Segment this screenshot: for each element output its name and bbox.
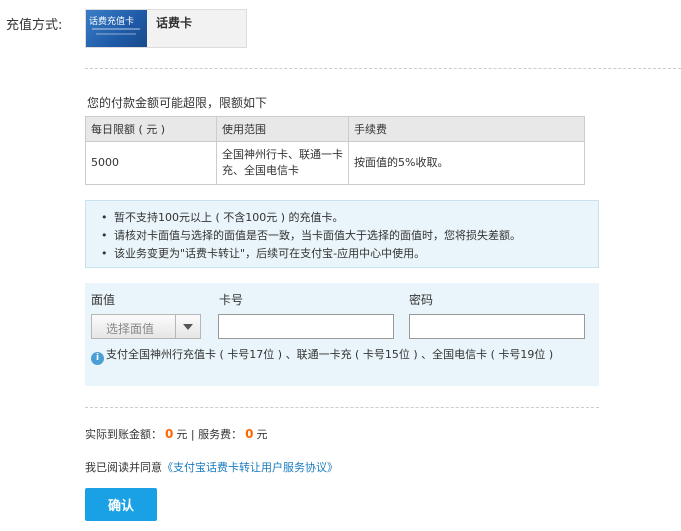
denomination-select[interactable]: 选择面值	[91, 314, 201, 339]
card-hint-text: 支付全国神州行充值卡 ( 卡号17位 ) 、联通一卡充 ( 卡号15位 ) 、全…	[106, 348, 554, 361]
divider	[85, 407, 599, 408]
service-fee-value: 0	[245, 427, 254, 441]
limit-title: 您的付款金额可能超限，限额如下	[87, 96, 268, 110]
limit-table: 每日限额 ( 元 ) 使用范围 手续费 5000 全国神州行卡、联通一卡充、全国…	[85, 116, 585, 185]
cell-scope: 全国神州行卡、联通一卡充、全国电信卡	[216, 141, 349, 185]
notice-item: 暂不支持100元以上 ( 不含100元 ) 的充值卡。	[94, 209, 598, 227]
denomination-selected-value: 选择面值	[106, 322, 155, 336]
notice-panel: 暂不支持100元以上 ( 不含100元 ) 的充值卡。 请核对卡面值与选择的面值…	[85, 200, 599, 268]
agreement-link[interactable]: 《支付宝话费卡转让用户服务协议》	[162, 461, 338, 474]
confirm-button[interactable]: 确认	[85, 488, 157, 521]
chevron-down-icon[interactable]	[175, 315, 200, 338]
service-fee-label: 服务费：	[198, 428, 243, 441]
agreement-line: 我已阅读并同意《支付宝话费卡转让用户服务协议》	[85, 459, 338, 475]
actual-amount-label: 实际到账金额：	[85, 428, 162, 441]
divider	[85, 68, 681, 69]
info-icon: i	[91, 352, 104, 365]
header-daily-limit: 每日限额 ( 元 )	[85, 116, 217, 142]
agreement-prefix: 我已阅读并同意	[85, 461, 162, 474]
card-no-label: 卡号	[219, 293, 244, 307]
card-image-text: 话费充值卡	[89, 17, 135, 27]
table-row: 5000 全国神州行卡、联通一卡充、全国电信卡 按面值的5%收取。	[85, 141, 585, 185]
card-hint: i 支付全国神州行充值卡 ( 卡号17位 ) 、联通一卡充 ( 卡号15位 ) 、…	[91, 346, 591, 365]
payment-method-label: 充值方式:	[6, 18, 63, 33]
password-label: 密码	[409, 293, 434, 307]
header-fee: 手续费	[348, 116, 585, 142]
card-no-input[interactable]	[218, 314, 394, 339]
header-scope: 使用范围	[216, 116, 349, 142]
limit-table-header: 每日限额 ( 元 ) 使用范围 手续费	[85, 116, 585, 142]
actual-amount-value: 0	[165, 427, 174, 441]
denomination-label: 面值	[91, 293, 116, 307]
amount-summary: 实际到账金额： 0 元 | 服务费： 0 元	[85, 426, 267, 442]
recharge-card-image: 话费充值卡	[86, 10, 147, 47]
summary-separator: |	[190, 428, 195, 441]
notice-item: 该业务变更为"话费卡转让"，后续可在支付宝-应用中心中使用。	[94, 245, 598, 263]
notice-item: 请核对卡面值与选择的面值是否一致，当卡面值大于选择的面值时，您将损失差额。	[94, 227, 598, 245]
cell-fee: 按面值的5%收取。	[348, 141, 585, 185]
card-type-name: 话费卡	[156, 16, 193, 30]
card-type-option[interactable]: 话费充值卡 话费卡	[85, 9, 247, 48]
actual-amount-unit: 元	[176, 428, 188, 441]
cell-daily-limit: 5000	[85, 141, 217, 185]
password-input[interactable]	[409, 314, 585, 339]
service-fee-unit: 元	[256, 428, 268, 441]
card-form: 面值 卡号 密码 选择面值 i 支付全国神州行充值卡 ( 卡号17位 ) 、联通一…	[85, 283, 599, 386]
